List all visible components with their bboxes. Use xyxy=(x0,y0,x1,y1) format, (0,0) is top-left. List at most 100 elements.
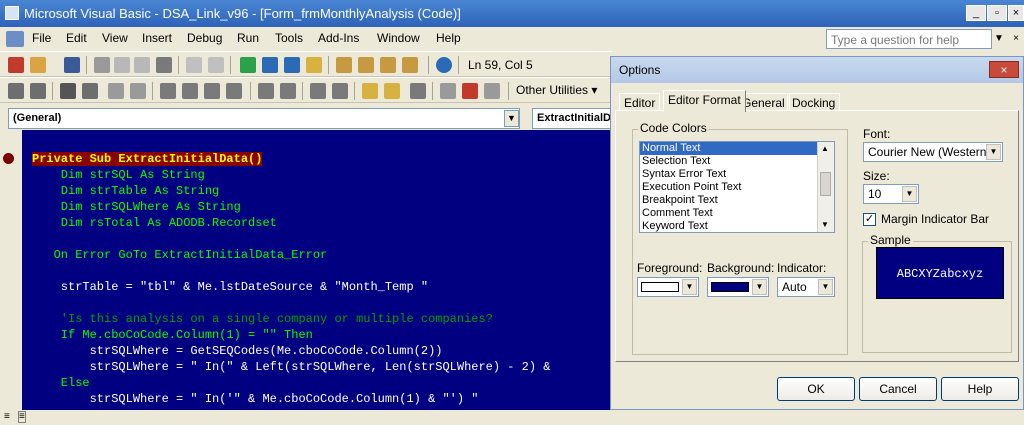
margin-indicator-checkbox[interactable]: ✓ xyxy=(863,213,876,226)
size-select[interactable]: 10 ▼ xyxy=(863,184,919,204)
object-combo[interactable]: (General) xyxy=(8,108,520,129)
list-properties-icon[interactable] xyxy=(8,83,24,99)
scroll-up-icon[interactable]: ▲ xyxy=(821,144,829,153)
foreground-select[interactable]: ▼ xyxy=(637,277,699,297)
list-constants-icon[interactable] xyxy=(30,83,46,99)
insert-userform-icon[interactable] xyxy=(30,57,46,73)
menu-file[interactable]: File xyxy=(32,31,51,45)
parameter-info-icon[interactable] xyxy=(130,83,146,99)
scroll-thumb[interactable] xyxy=(820,172,831,196)
dialog-close-button[interactable]: × xyxy=(989,61,1019,78)
list-item[interactable]: Comment Text xyxy=(640,207,820,220)
cut-icon[interactable] xyxy=(94,57,110,73)
margin-indicator-bar[interactable] xyxy=(0,130,22,410)
comment-block-icon[interactable] xyxy=(310,83,326,99)
menu-tools[interactable]: Tools xyxy=(275,31,303,45)
help-dropdown-icon[interactable]: ▼ xyxy=(994,33,1004,44)
restore-button[interactable]: ▫ xyxy=(987,5,1007,21)
object-browser-icon[interactable] xyxy=(380,57,396,73)
list-scrollbar[interactable]: ▲ ▼ xyxy=(817,142,834,232)
background-label: Background: xyxy=(707,261,775,275)
delete-icon[interactable] xyxy=(462,83,478,99)
list-item[interactable]: Keyword Text xyxy=(640,220,820,232)
list-item[interactable]: Normal Text xyxy=(640,142,820,155)
foreground-label: Foreground: xyxy=(637,261,703,275)
status-bar: ≡ ≡ xyxy=(0,410,1024,425)
code-colors-list[interactable]: Normal Text Selection Text Syntax Error … xyxy=(639,141,835,233)
copy-icon[interactable] xyxy=(114,57,130,73)
project-explorer-icon[interactable] xyxy=(336,57,352,73)
uncomment-block-icon[interactable] xyxy=(332,83,348,99)
code-window-icon[interactable] xyxy=(6,31,24,47)
undo-icon[interactable] xyxy=(186,57,202,73)
object-dropdown-icon[interactable]: ▼ xyxy=(504,110,519,127)
chevron-down-icon[interactable]: ▼ xyxy=(752,279,767,295)
tab-editor[interactable]: Editor xyxy=(619,93,661,111)
menu-debug[interactable]: Debug xyxy=(187,31,222,45)
quick-info-icon[interactable] xyxy=(82,83,98,99)
dialog-title: Options xyxy=(619,63,661,77)
next-bookmark-icon[interactable] xyxy=(384,83,400,99)
cancel-button[interactable]: Cancel xyxy=(859,377,937,401)
find-icon-2[interactable] xyxy=(60,83,76,99)
list-item[interactable]: Breakpoint Text xyxy=(640,194,820,207)
chevron-down-icon[interactable]: ▼ xyxy=(818,279,833,295)
outdent-icon[interactable] xyxy=(182,83,198,99)
bullet-list-icon[interactable] xyxy=(258,83,274,99)
reset-icon[interactable] xyxy=(284,57,300,73)
list-item[interactable]: Selection Text xyxy=(640,155,820,168)
chevron-down-icon[interactable]: ▼ xyxy=(682,279,697,295)
align-icon[interactable] xyxy=(204,83,220,99)
compile-icon[interactable] xyxy=(410,83,426,99)
redo-icon[interactable] xyxy=(208,57,224,73)
breakpoint-icon[interactable] xyxy=(3,153,14,164)
toolbox-icon[interactable] xyxy=(402,57,418,73)
save-icon[interactable] xyxy=(64,57,80,73)
menu-insert[interactable]: Insert xyxy=(142,31,172,45)
help-search-input[interactable]: Type a question for help xyxy=(826,29,992,49)
eraser-icon[interactable] xyxy=(440,83,456,99)
chevron-down-icon[interactable]: ▼ xyxy=(986,144,1001,160)
help-icon[interactable] xyxy=(436,57,452,73)
procedure-view-icon[interactable]: ≡ xyxy=(4,411,10,422)
properties-icon[interactable] xyxy=(358,57,374,73)
full-module-view-icon[interactable]: ≡ xyxy=(18,411,26,423)
help-button[interactable]: Help xyxy=(941,377,1019,401)
break-icon[interactable] xyxy=(262,57,278,73)
ok-button[interactable]: OK xyxy=(777,377,855,401)
chevron-down-icon[interactable]: ▼ xyxy=(902,186,917,202)
tab-docking[interactable]: Docking xyxy=(787,93,841,111)
minimize-button[interactable]: _ xyxy=(966,5,986,21)
other-utilities-menu[interactable]: Other Utilities ▾ xyxy=(516,83,597,97)
find-icon[interactable] xyxy=(156,57,172,73)
menu-edit[interactable]: Edit xyxy=(66,31,87,45)
close-window-button[interactable]: × xyxy=(1008,5,1024,21)
design-mode-icon[interactable] xyxy=(306,57,322,73)
font-select[interactable]: Courier New (Western) ▼ xyxy=(863,142,1003,162)
menu-help[interactable]: Help xyxy=(436,31,461,45)
background-swatch xyxy=(711,282,749,292)
list-item[interactable]: Syntax Error Text xyxy=(640,168,820,181)
paste-icon[interactable] xyxy=(134,57,150,73)
tools-icon[interactable] xyxy=(484,83,500,99)
indent-icon[interactable] xyxy=(160,83,176,99)
code-editor[interactable]: Private Sub ExtractInitialData() Dim str… xyxy=(22,130,612,410)
numbered-list-icon[interactable] xyxy=(280,83,296,99)
menu-run[interactable]: Run xyxy=(237,31,259,45)
list-item[interactable]: Execution Point Text xyxy=(640,181,820,194)
tab-editor-format[interactable]: Editor Format xyxy=(663,90,746,112)
indicator-select[interactable]: Auto ▼ xyxy=(777,277,835,297)
menu-add-ins[interactable]: Add-Ins xyxy=(318,31,359,45)
mdi-close-icon[interactable]: × xyxy=(1010,33,1022,45)
menu-view[interactable]: View xyxy=(102,31,128,45)
run-icon[interactable] xyxy=(240,57,256,73)
scroll-down-icon[interactable]: ▼ xyxy=(821,220,829,229)
format-icon[interactable] xyxy=(226,83,242,99)
background-select[interactable]: ▼ xyxy=(707,277,769,297)
procedure-combo[interactable]: ExtractInitialData xyxy=(532,108,612,129)
toggle-bookmark-icon[interactable] xyxy=(362,83,378,99)
complete-word-icon[interactable] xyxy=(108,83,124,99)
view-access-icon[interactable] xyxy=(8,57,24,73)
dropdown-arrow-icon[interactable] xyxy=(52,57,60,73)
menu-window[interactable]: Window xyxy=(377,31,420,45)
